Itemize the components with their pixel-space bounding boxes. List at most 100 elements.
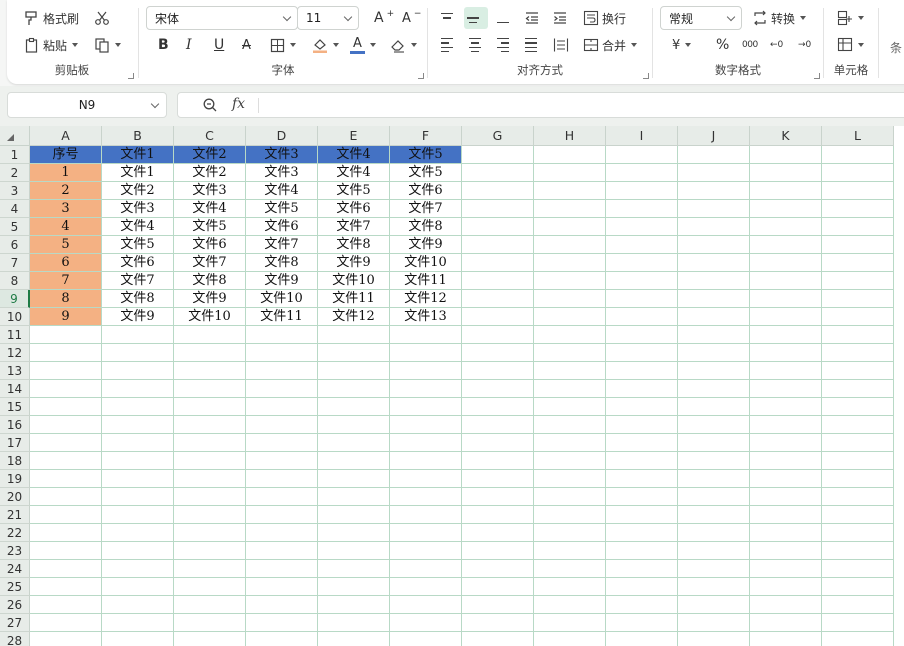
cell-j18[interactable] — [678, 452, 750, 470]
cell-h27[interactable] — [534, 614, 606, 632]
cell-a14[interactable] — [30, 380, 102, 398]
cell-l16[interactable] — [822, 416, 894, 434]
cell-a12[interactable] — [30, 344, 102, 362]
cell-d20[interactable] — [246, 488, 318, 506]
cell-f27[interactable] — [390, 614, 462, 632]
cell-e1[interactable]: 文件4 — [318, 146, 390, 164]
align-left-button[interactable] — [438, 34, 456, 56]
cell-h12[interactable] — [534, 344, 606, 362]
cell-d26[interactable] — [246, 596, 318, 614]
cell-k7[interactable] — [750, 254, 822, 272]
cell-a28[interactable] — [30, 632, 102, 646]
cell-g4[interactable] — [462, 200, 534, 218]
cell-f19[interactable] — [390, 470, 462, 488]
cell-i24[interactable] — [606, 560, 678, 578]
align-center-button[interactable] — [466, 34, 484, 56]
cell-i18[interactable] — [606, 452, 678, 470]
column-header-i[interactable]: I — [606, 126, 678, 146]
cell-f20[interactable] — [390, 488, 462, 506]
cell-e26[interactable] — [318, 596, 390, 614]
row-header-3[interactable]: 3 — [0, 182, 30, 200]
cell-c5[interactable]: 文件5 — [174, 218, 246, 236]
cell-j24[interactable] — [678, 560, 750, 578]
cell-k18[interactable] — [750, 452, 822, 470]
cell-a16[interactable] — [30, 416, 102, 434]
cell-k25[interactable] — [750, 578, 822, 596]
cell-c27[interactable] — [174, 614, 246, 632]
cell-a20[interactable] — [30, 488, 102, 506]
paste-button[interactable]: 粘贴 — [21, 34, 81, 56]
cell-h9[interactable] — [534, 290, 606, 308]
select-all-corner[interactable] — [0, 126, 30, 146]
cell-k22[interactable] — [750, 524, 822, 542]
cell-b20[interactable] — [102, 488, 174, 506]
cell-b2[interactable]: 文件1 — [102, 164, 174, 182]
decrease-decimal-button[interactable]: →0 — [795, 34, 814, 56]
cell-i22[interactable] — [606, 524, 678, 542]
cut-button[interactable] — [91, 7, 113, 29]
cell-f28[interactable] — [390, 632, 462, 646]
cell-k23[interactable] — [750, 542, 822, 560]
cell-g27[interactable] — [462, 614, 534, 632]
cell-k9[interactable] — [750, 290, 822, 308]
cell-i3[interactable] — [606, 182, 678, 200]
cell-h19[interactable] — [534, 470, 606, 488]
cell-k6[interactable] — [750, 236, 822, 254]
fill-color-button[interactable] — [309, 34, 342, 56]
cell-b10[interactable]: 文件9 — [102, 308, 174, 326]
cell-c25[interactable] — [174, 578, 246, 596]
cell-h13[interactable] — [534, 362, 606, 380]
cell-j26[interactable] — [678, 596, 750, 614]
cell-f12[interactable] — [390, 344, 462, 362]
cell-d16[interactable] — [246, 416, 318, 434]
row-header-13[interactable]: 13 — [0, 362, 30, 380]
cell-c16[interactable] — [174, 416, 246, 434]
cell-g16[interactable] — [462, 416, 534, 434]
font-grow-button[interactable]: A + — [371, 7, 397, 29]
cell-d1[interactable]: 文件3 — [246, 146, 318, 164]
cell-l20[interactable] — [822, 488, 894, 506]
cell-g22[interactable] — [462, 524, 534, 542]
cell-f8[interactable]: 文件11 — [390, 272, 462, 290]
cell-c2[interactable]: 文件2 — [174, 164, 246, 182]
cell-k8[interactable] — [750, 272, 822, 290]
cell-g28[interactable] — [462, 632, 534, 646]
cell-c12[interactable] — [174, 344, 246, 362]
cell-c17[interactable] — [174, 434, 246, 452]
cell-i5[interactable] — [606, 218, 678, 236]
cell-a21[interactable] — [30, 506, 102, 524]
cell-f15[interactable] — [390, 398, 462, 416]
cell-h4[interactable] — [534, 200, 606, 218]
cell-i14[interactable] — [606, 380, 678, 398]
cell-h16[interactable] — [534, 416, 606, 434]
cell-i16[interactable] — [606, 416, 678, 434]
cell-a26[interactable] — [30, 596, 102, 614]
wrap-text-button[interactable]: 换行 — [580, 7, 629, 29]
cell-h26[interactable] — [534, 596, 606, 614]
format-cells-button[interactable] — [834, 34, 867, 56]
cell-f11[interactable] — [390, 326, 462, 344]
cell-g10[interactable] — [462, 308, 534, 326]
cell-g26[interactable] — [462, 596, 534, 614]
cell-c23[interactable] — [174, 542, 246, 560]
cell-h21[interactable] — [534, 506, 606, 524]
cell-f16[interactable] — [390, 416, 462, 434]
row-header-15[interactable]: 15 — [0, 398, 30, 416]
row-header-25[interactable]: 25 — [0, 578, 30, 596]
cell-b3[interactable]: 文件2 — [102, 182, 174, 200]
cell-f6[interactable]: 文件9 — [390, 236, 462, 254]
cell-b21[interactable] — [102, 506, 174, 524]
cell-h10[interactable] — [534, 308, 606, 326]
cell-g23[interactable] — [462, 542, 534, 560]
align-bottom-button[interactable] — [494, 7, 512, 29]
cell-e10[interactable]: 文件12 — [318, 308, 390, 326]
cell-c8[interactable]: 文件8 — [174, 272, 246, 290]
row-header-12[interactable]: 12 — [0, 344, 30, 362]
row-header-16[interactable]: 16 — [0, 416, 30, 434]
cell-i2[interactable] — [606, 164, 678, 182]
cell-h18[interactable] — [534, 452, 606, 470]
cell-a25[interactable] — [30, 578, 102, 596]
cell-i4[interactable] — [606, 200, 678, 218]
cell-l18[interactable] — [822, 452, 894, 470]
cell-c24[interactable] — [174, 560, 246, 578]
